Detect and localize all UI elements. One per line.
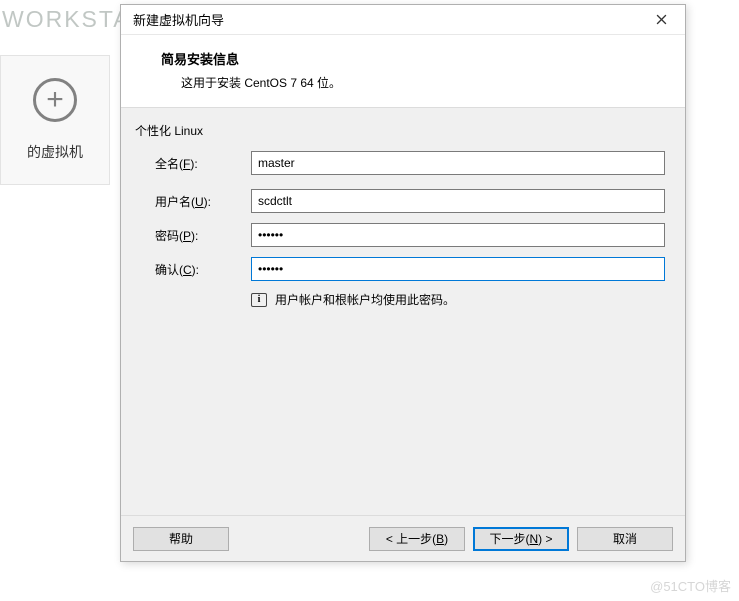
close-button[interactable] bbox=[641, 6, 681, 34]
fullname-label: 全名(F): bbox=[155, 155, 251, 172]
password-note-row: i 用户帐户和根帐户均使用此密码。 bbox=[251, 291, 665, 308]
fullname-input[interactable] bbox=[251, 151, 665, 175]
password-row: 密码(P): bbox=[155, 223, 665, 247]
password-input[interactable] bbox=[251, 223, 665, 247]
titlebar: 新建虚拟机向导 bbox=[121, 5, 685, 35]
close-icon bbox=[656, 14, 667, 25]
help-button[interactable]: 帮助 bbox=[133, 527, 229, 551]
password-note: 用户帐户和根帐户均使用此密码。 bbox=[275, 291, 455, 308]
cancel-button[interactable]: 取消 bbox=[577, 527, 673, 551]
confirm-label: 确认(C): bbox=[155, 261, 251, 278]
dialog-title: 新建虚拟机向导 bbox=[133, 10, 641, 29]
section-label: 个性化 Linux bbox=[135, 122, 665, 139]
username-input[interactable] bbox=[251, 189, 665, 213]
next-button[interactable]: 下一步(N) > bbox=[473, 527, 569, 551]
confirm-row: 确认(C): bbox=[155, 257, 665, 281]
confirm-input[interactable] bbox=[251, 257, 665, 281]
tile-label: 的虚拟机 bbox=[27, 142, 83, 162]
new-vm-wizard-dialog: 新建虚拟机向导 简易安装信息 这用于安装 CentOS 7 64 位。 个性化 … bbox=[120, 4, 686, 562]
wizard-header: 简易安装信息 这用于安装 CentOS 7 64 位。 bbox=[121, 35, 685, 108]
info-icon: i bbox=[251, 293, 267, 307]
fullname-row: 全名(F): bbox=[155, 151, 665, 175]
plus-icon: + bbox=[33, 78, 77, 122]
password-label: 密码(P): bbox=[155, 227, 251, 244]
header-subtitle: 这用于安装 CentOS 7 64 位。 bbox=[161, 74, 669, 91]
header-title: 简易安装信息 bbox=[161, 49, 669, 68]
wizard-footer: 帮助 < 上一步(B) 下一步(N) > 取消 bbox=[121, 515, 685, 561]
username-label: 用户名(U): bbox=[155, 193, 251, 210]
username-row: 用户名(U): bbox=[155, 189, 665, 213]
new-vm-tile[interactable]: + 的虚拟机 bbox=[0, 55, 110, 185]
wizard-body: 个性化 Linux 全名(F): 用户名(U): 密码(P): 确认(C): i… bbox=[121, 108, 685, 515]
watermark: @51CTO博客 bbox=[650, 576, 731, 595]
back-button[interactable]: < 上一步(B) bbox=[369, 527, 465, 551]
